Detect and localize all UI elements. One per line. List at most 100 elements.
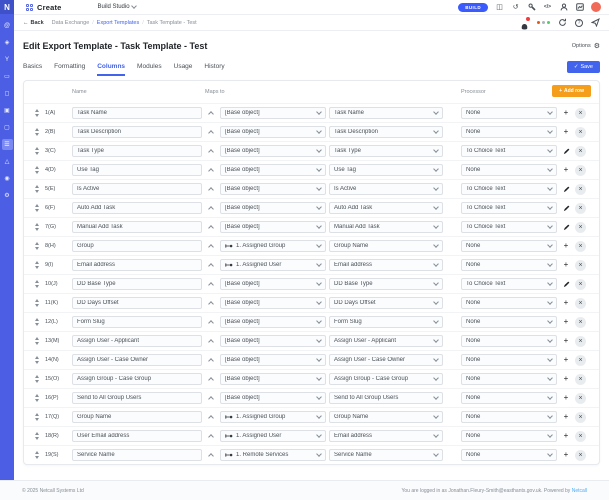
labs-icon[interactable]: △: [2, 156, 13, 167]
remove-row-button[interactable]: ×: [575, 449, 586, 461]
remove-row-button[interactable]: ×: [575, 430, 586, 442]
remove-row-button[interactable]: ×: [575, 202, 586, 214]
add-row-button[interactable]: + Add row: [552, 85, 591, 97]
remove-row-button[interactable]: ×: [575, 145, 586, 157]
user-avatar[interactable]: [591, 2, 601, 12]
processor-action-button[interactable]: +: [560, 432, 572, 440]
processor-action-button[interactable]: +: [560, 413, 572, 421]
field-dropdown[interactable]: Manual Add Task: [329, 221, 443, 233]
chart-icon[interactable]: [575, 3, 584, 12]
collapse-icon[interactable]: [205, 129, 217, 136]
messages-icon[interactable]: ◻: [2, 88, 13, 99]
maps-to-dropdown[interactable]: [Base object]: [220, 373, 326, 385]
settings-icon[interactable]: ⚙: [2, 190, 13, 201]
column-name-input[interactable]: [72, 297, 202, 309]
column-name-input[interactable]: [72, 373, 202, 385]
maps-to-dropdown[interactable]: [Base object]: [220, 107, 326, 119]
remove-row-button[interactable]: ×: [575, 221, 586, 233]
maps-to-dropdown[interactable]: [Base object]: [220, 145, 326, 157]
maps-to-dropdown[interactable]: [Base object]: [220, 126, 326, 138]
maps-to-dropdown[interactable]: 1. Assigned User: [220, 430, 326, 442]
collapse-icon[interactable]: [205, 167, 217, 174]
processor-dropdown[interactable]: None: [461, 354, 557, 366]
wrench-icon[interactable]: [527, 3, 536, 12]
collapse-icon[interactable]: [205, 148, 217, 155]
drag-handle-icon[interactable]: [32, 413, 42, 421]
maps-to-dropdown[interactable]: 1. Assigned Group: [220, 240, 326, 252]
collapse-icon[interactable]: [205, 433, 217, 440]
field-dropdown[interactable]: Email address: [329, 259, 443, 271]
collapse-icon[interactable]: [205, 243, 217, 250]
field-dropdown[interactable]: Assign User - Applicant: [329, 335, 443, 347]
processor-dropdown[interactable]: To Choice Text: [461, 221, 557, 233]
processor-action-button[interactable]: +: [560, 109, 572, 117]
drag-handle-icon[interactable]: [32, 318, 42, 326]
column-name-input[interactable]: [72, 183, 202, 195]
maps-to-dropdown[interactable]: [Base object]: [220, 202, 326, 214]
refresh-icon[interactable]: [558, 18, 567, 27]
remove-row-button[interactable]: ×: [575, 183, 586, 195]
drag-handle-icon[interactable]: [32, 337, 42, 345]
field-dropdown[interactable]: DD Base Type: [329, 278, 443, 290]
maps-to-dropdown[interactable]: [Base object]: [220, 297, 326, 309]
processor-action-button[interactable]: +: [560, 166, 572, 174]
processor-dropdown[interactable]: To Choice Text: [461, 183, 557, 195]
maps-to-dropdown[interactable]: [Base object]: [220, 392, 326, 404]
field-dropdown[interactable]: Group Name: [329, 411, 443, 423]
maps-to-dropdown[interactable]: [Base object]: [220, 164, 326, 176]
processor-action-button[interactable]: +: [560, 128, 572, 136]
processor-action-button[interactable]: +: [560, 394, 572, 402]
notifications-icon[interactable]: [520, 17, 530, 30]
maps-to-dropdown[interactable]: [Base object]: [220, 278, 326, 290]
remove-row-button[interactable]: ×: [575, 297, 586, 309]
workspace-selector[interactable]: Build Studio: [98, 3, 137, 10]
column-name-input[interactable]: [72, 354, 202, 366]
collapse-icon[interactable]: [205, 186, 217, 193]
drag-handle-icon[interactable]: [32, 261, 42, 269]
column-name-input[interactable]: [72, 202, 202, 214]
build-button[interactable]: BUILD: [458, 2, 488, 12]
column-name-input[interactable]: [72, 392, 202, 404]
drag-handle-icon[interactable]: [32, 299, 42, 307]
processor-action-button[interactable]: +: [560, 242, 572, 250]
panel-icon[interactable]: ◫: [495, 3, 504, 12]
maps-to-dropdown[interactable]: [Base object]: [220, 316, 326, 328]
field-dropdown[interactable]: Assign Group - Case Group: [329, 373, 443, 385]
processor-action-button[interactable]: +: [560, 299, 572, 307]
drag-handle-icon[interactable]: [32, 280, 42, 288]
collapse-icon[interactable]: [205, 262, 217, 269]
help-icon[interactable]: ?: [575, 18, 583, 27]
maps-to-dropdown[interactable]: [Base object]: [220, 335, 326, 347]
drag-handle-icon[interactable]: [32, 185, 42, 193]
field-dropdown[interactable]: Is Active: [329, 183, 443, 195]
modules-icon[interactable]: ▢: [2, 122, 13, 133]
drag-handle-icon[interactable]: [32, 242, 42, 250]
column-name-input[interactable]: [72, 164, 202, 176]
drag-handle-icon[interactable]: [32, 432, 42, 440]
drag-handle-icon[interactable]: [32, 109, 42, 117]
remove-row-button[interactable]: ×: [575, 107, 586, 119]
processor-action-button[interactable]: +: [560, 451, 572, 459]
maps-to-dropdown[interactable]: 1. Remote Services: [220, 449, 326, 461]
collapse-icon[interactable]: [205, 110, 217, 117]
collapse-icon[interactable]: [205, 300, 217, 307]
maps-to-dropdown[interactable]: 1. Assigned User: [220, 259, 326, 271]
remove-row-button[interactable]: ×: [575, 411, 586, 423]
drag-handle-icon[interactable]: [32, 394, 42, 402]
remove-row-button[interactable]: ×: [575, 354, 586, 366]
processor-dropdown[interactable]: None: [461, 126, 557, 138]
column-name-input[interactable]: [72, 316, 202, 328]
column-name-input[interactable]: [72, 221, 202, 233]
drag-handle-icon[interactable]: [32, 375, 42, 383]
tab-history[interactable]: History: [204, 63, 224, 76]
studio-icon[interactable]: ☰: [1, 139, 13, 150]
history-icon[interactable]: ↺: [511, 3, 520, 12]
remove-row-button[interactable]: ×: [575, 392, 586, 404]
maps-to-dropdown[interactable]: [Base object]: [220, 354, 326, 366]
field-dropdown[interactable]: Auto Add Task: [329, 202, 443, 214]
processor-action-button[interactable]: +: [560, 375, 572, 383]
collapse-icon[interactable]: [205, 224, 217, 231]
user-icon[interactable]: [559, 3, 568, 12]
processor-dropdown[interactable]: None: [461, 449, 557, 461]
screens-icon[interactable]: ▭: [2, 71, 13, 82]
